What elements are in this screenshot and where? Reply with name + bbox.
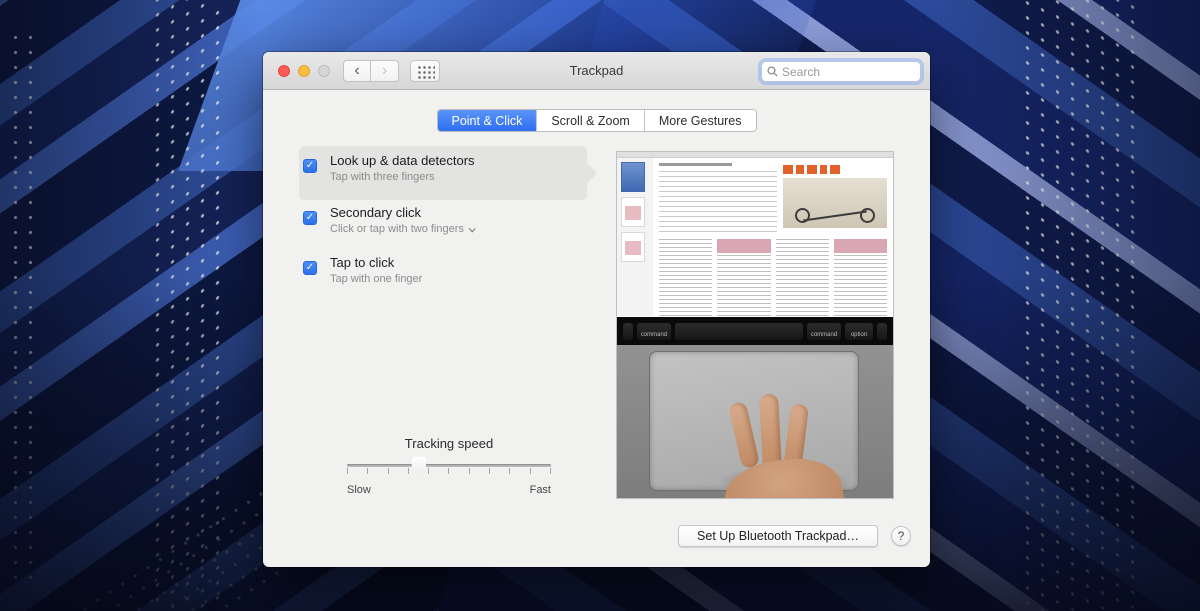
slider-min-label: Slow: [347, 484, 371, 496]
check-icon: ✓: [306, 212, 314, 223]
back-button[interactable]: ‹: [343, 60, 371, 82]
show-all-button[interactable]: [410, 60, 440, 82]
search-field[interactable]: [761, 61, 921, 82]
option-key: option: [845, 323, 873, 340]
window-title: Trackpad: [443, 52, 750, 90]
back-chevron-icon: ‹: [354, 63, 359, 79]
secondary-click-checkbox[interactable]: ✓: [303, 211, 317, 225]
search-input[interactable]: [782, 65, 915, 79]
video-thumbnail: [621, 162, 645, 192]
finger: [759, 394, 782, 471]
minimize-button[interactable]: [298, 65, 310, 77]
title-bar[interactable]: ‹ › Trackpad: [263, 52, 930, 90]
desktop: ‹ › Trackpad Point & Click Scroll: [0, 0, 1200, 611]
command-key: command: [637, 323, 671, 340]
video-thumbnail: [621, 232, 645, 262]
partial-key: [623, 323, 633, 340]
setting-subtitle: Tap with one finger: [330, 273, 422, 285]
option-key-label: option: [851, 332, 867, 338]
command-key-label: command: [641, 332, 667, 338]
video-trackpad-area: [617, 345, 893, 498]
secondary-click-dropdown[interactable]: Click or tap with two fingers: [330, 223, 474, 235]
hand-illustration: [717, 377, 867, 498]
slider-max-label: Fast: [521, 484, 551, 496]
video-laptop-screen: [617, 152, 893, 317]
video-page-content: [653, 158, 893, 316]
gesture-demo-video: command command option: [617, 152, 893, 498]
help-button[interactable]: ?: [891, 526, 911, 546]
setting-text: Tap to click Tap with one finger: [330, 254, 422, 285]
look-up-checkbox[interactable]: ✓: [303, 159, 317, 173]
setting-title: Look up & data detectors: [330, 152, 475, 169]
slider-track[interactable]: [347, 464, 551, 467]
tracking-speed-label: Tracking speed: [347, 436, 551, 451]
slider-ticks: [347, 468, 551, 474]
video-sidebar: [617, 158, 653, 316]
tab-scroll-and-zoom[interactable]: Scroll & Zoom: [536, 110, 644, 131]
setting-text: Look up & data detectors Tap with three …: [330, 152, 475, 183]
video-thumbnail: [621, 197, 645, 227]
tab-more-gestures[interactable]: More Gestures: [644, 110, 756, 131]
video-article-header: [783, 163, 887, 233]
video-orange-headline: [783, 163, 887, 176]
set-up-bluetooth-trackpad-button[interactable]: Set Up Bluetooth Trackpad…: [678, 525, 878, 547]
video-keyboard-row: command command option: [617, 317, 893, 345]
grid-icon: [416, 64, 435, 79]
tab-point-and-click[interactable]: Point & Click: [437, 110, 536, 131]
forward-chevron-icon: ›: [382, 63, 387, 79]
video-text-columns: [659, 239, 887, 316]
chevron-down-icon: [469, 225, 476, 232]
forward-button[interactable]: ›: [371, 60, 399, 82]
video-text-block: [659, 163, 777, 233]
trackpad-preferences-window: ‹ › Trackpad Point & Click Scroll: [263, 52, 930, 567]
check-icon: ✓: [306, 262, 314, 273]
partial-key: [877, 323, 887, 340]
command-key-label: command: [811, 332, 837, 338]
zoom-button: [318, 65, 330, 77]
setting-title: Secondary click: [330, 204, 474, 221]
close-button[interactable]: [278, 65, 290, 77]
setting-row-look-up[interactable]: ✓ Look up & data detectors Tap with thre…: [303, 152, 475, 183]
callout-arrow: [576, 162, 597, 183]
setting-subtitle: Tap with three fingers: [330, 171, 435, 183]
tab-bar: Point & Click Scroll & Zoom More Gesture…: [436, 109, 756, 132]
setting-subtitle: Click or tap with two fingers: [330, 223, 464, 235]
setting-title: Tap to click: [330, 254, 422, 271]
check-icon: ✓: [306, 160, 314, 171]
setting-text: Secondary click Click or tap with two fi…: [330, 204, 474, 235]
finger: [728, 401, 760, 469]
space-key: [675, 323, 803, 340]
tracking-speed-slider[interactable]: [347, 456, 551, 482]
video-bike-photo: [783, 178, 887, 228]
navigation-buttons: ‹ ›: [343, 60, 399, 82]
setting-row-secondary-click[interactable]: ✓ Secondary click Click or tap with two …: [303, 204, 474, 235]
tap-to-click-checkbox[interactable]: ✓: [303, 261, 317, 275]
command-key: command: [807, 323, 841, 340]
search-icon: [767, 66, 778, 77]
setting-row-tap-to-click[interactable]: ✓ Tap to click Tap with one finger: [303, 254, 422, 285]
